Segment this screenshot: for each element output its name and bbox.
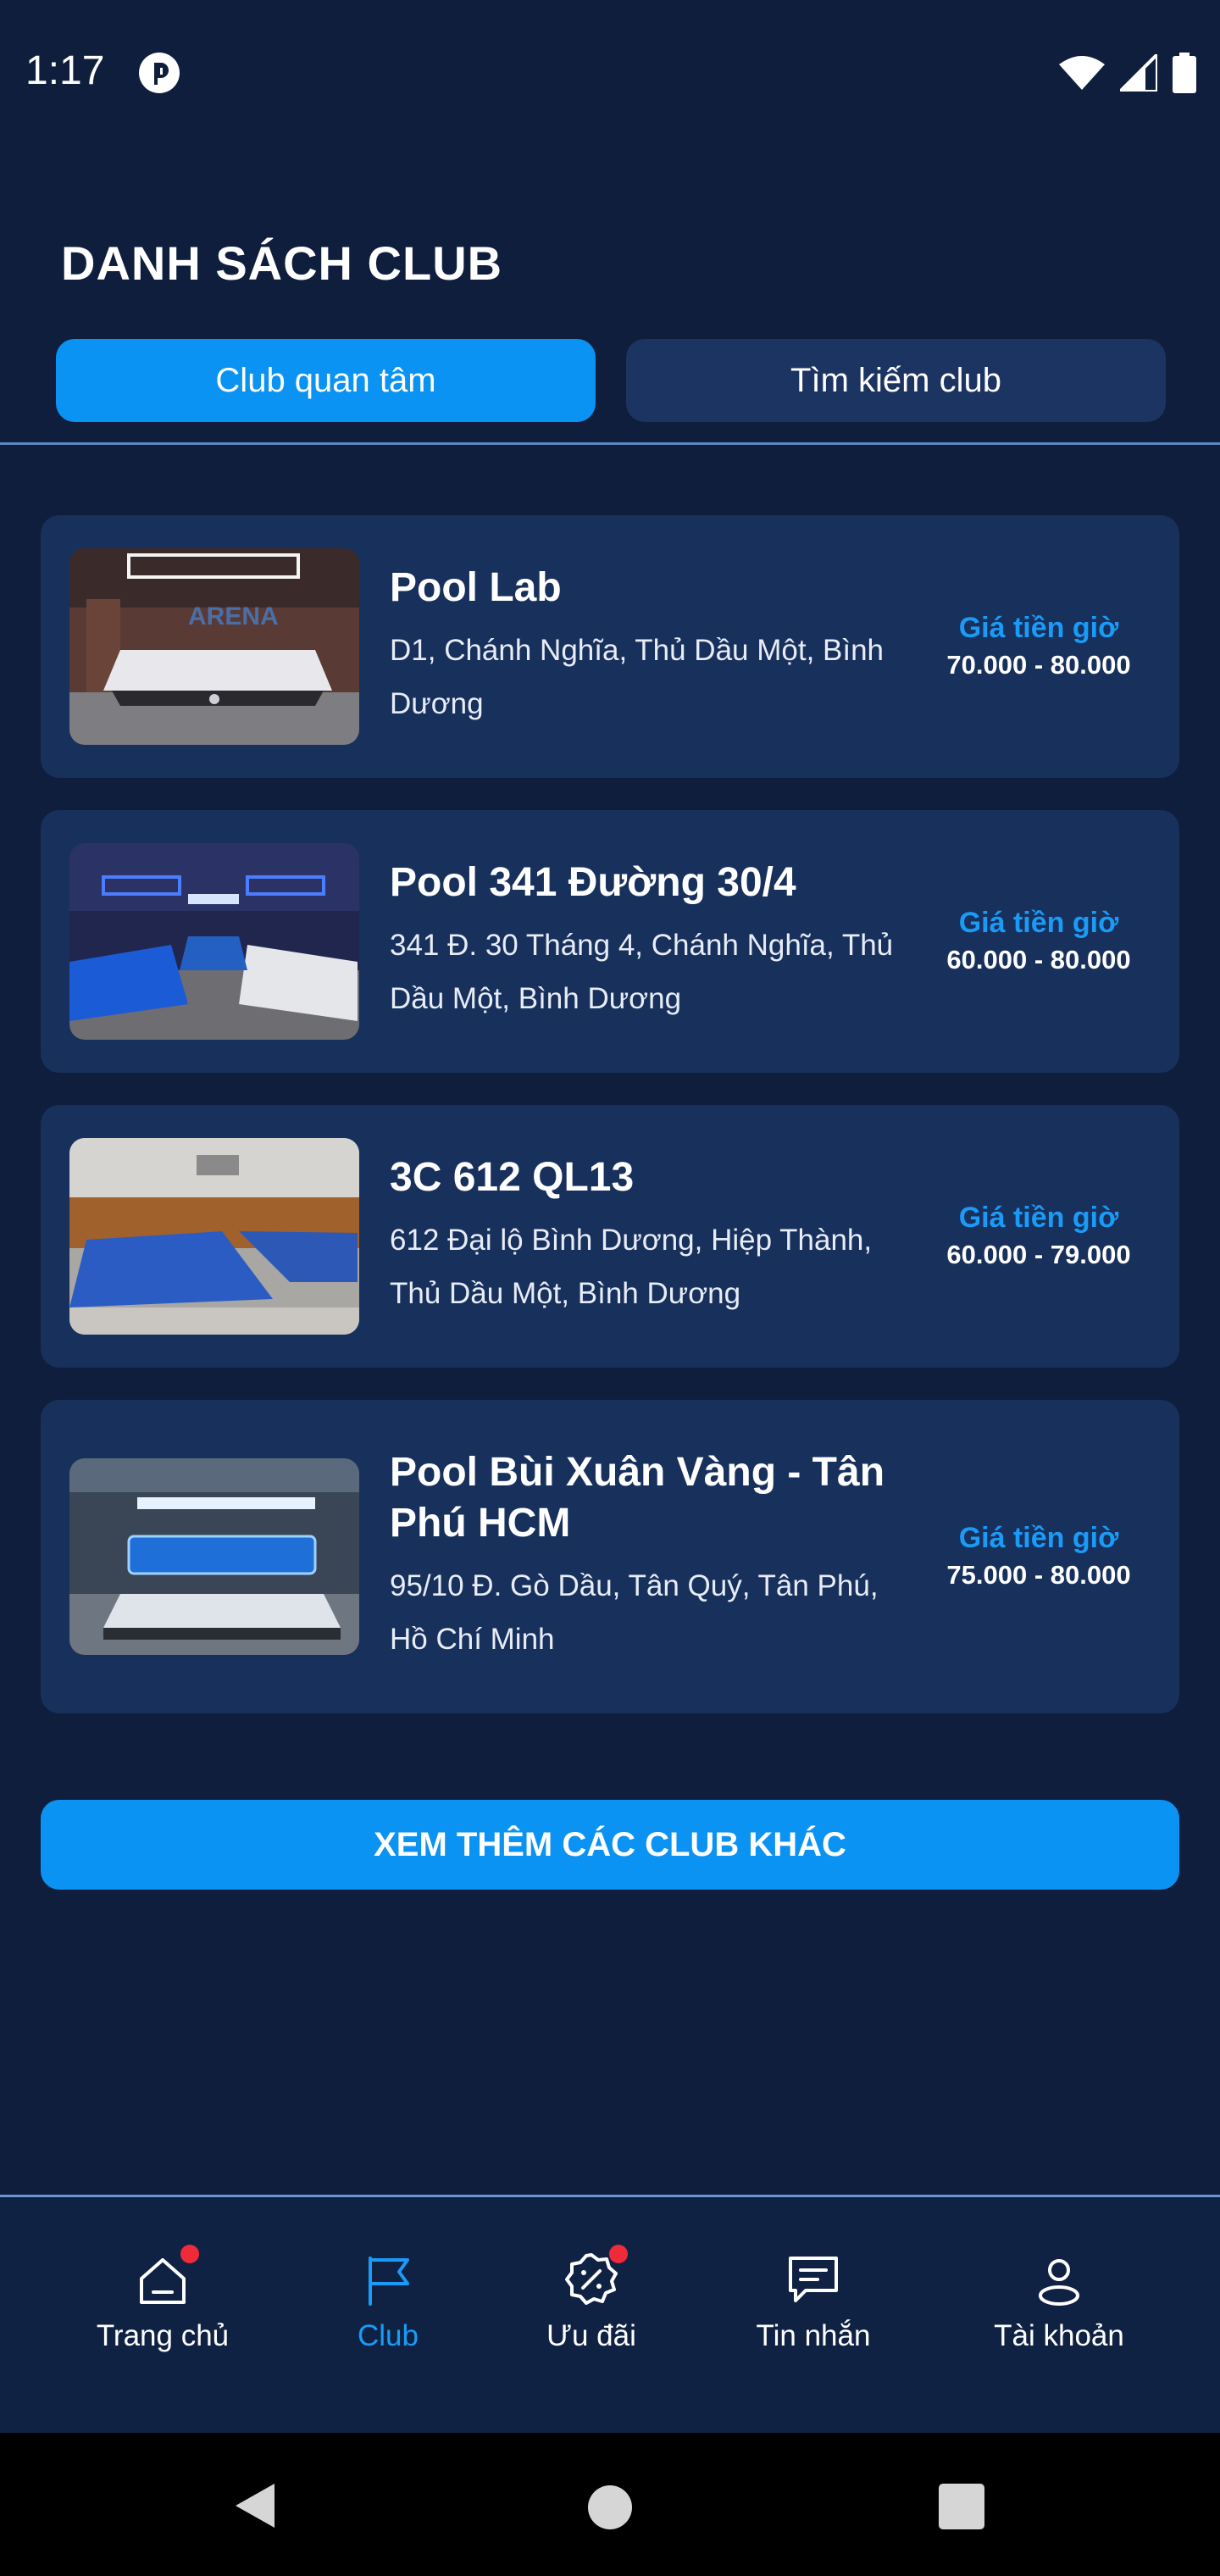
notification-badge: [609, 2245, 628, 2263]
nav-item-home[interactable]: Trang chủ: [95, 2245, 230, 2353]
home-circle-icon[interactable]: [586, 2484, 634, 2531]
app-notification-icon: [139, 53, 180, 93]
flag-icon: [358, 2250, 418, 2309]
club-card[interactable]: Pool 341 Đường 30/4 341 Đ. 30 Tháng 4, C…: [41, 810, 1179, 1073]
wifi-icon: [1059, 56, 1105, 90]
club-price: Giá tiền giờ 60.000 - 79.000: [937, 1199, 1140, 1274]
battery-icon: [1173, 53, 1196, 93]
club-tabs: Club quan tâm Tìm kiếm club: [56, 339, 1166, 422]
page-title: DANH SÁCH CLUB: [61, 236, 503, 290]
tab-tim-kiem-club[interactable]: Tìm kiếm club: [626, 339, 1166, 422]
club-list: ARENA Pool Lab D1, Chánh Nghĩa, Thủ Dầu …: [41, 515, 1179, 1746]
club-price: Giá tiền giờ 60.000 - 80.000: [937, 904, 1140, 979]
club-address: 612 Đại lộ Bình Dương, Hiệp Thành, Thủ D…: [390, 1224, 873, 1310]
club-address: 95/10 Đ. Gò Dầu, Tân Quý, Tân Phú, Hồ Ch…: [390, 1569, 879, 1656]
tabs-divider: [0, 442, 1220, 445]
see-more-clubs-button[interactable]: XEM THÊM CÁC CLUB KHÁC: [41, 1800, 1179, 1890]
club-price: Giá tiền giờ 70.000 - 80.000: [937, 609, 1140, 684]
club-name: Pool Lab: [390, 565, 562, 610]
price-value: 60.000 - 80.000: [946, 945, 1131, 974]
nav-item-offers[interactable]: Ưu đãi: [532, 2245, 651, 2353]
nav-label: Trang chủ: [96, 2319, 230, 2352]
price-label: Giá tiền giờ: [958, 1522, 1119, 1554]
club-name: 3C 612 QL13: [390, 1155, 635, 1200]
price-value: 60.000 - 79.000: [946, 1240, 1131, 1269]
nav-item-club[interactable]: Club: [329, 2250, 447, 2353]
club-image: ARENA: [69, 548, 359, 745]
club-card[interactable]: 3C 612 QL13 612 Đại lộ Bình Dương, Hiệp …: [41, 1105, 1179, 1368]
nav-label: Tin nhắn: [756, 2319, 871, 2352]
nav-item-messages[interactable]: Tin nhắn: [746, 2250, 881, 2353]
bottom-nav: Trang chủ Club Ưu đãi Tin nhắn Tài khoản: [0, 2197, 1220, 2433]
status-bar: 1:17: [0, 0, 1220, 144]
club-card[interactable]: Pool Bùi Xuân Vàng - Tân Phú HCM 95/10 Đ…: [41, 1400, 1179, 1713]
status-time: 1:17: [25, 48, 105, 93]
price-label: Giá tiền giờ: [958, 612, 1119, 644]
price-value: 75.000 - 80.000: [946, 1560, 1131, 1590]
chat-icon: [784, 2250, 843, 2309]
club-address: 341 Đ. 30 Tháng 4, Chánh Nghĩa, Thủ Dầu …: [390, 929, 894, 1015]
system-nav-bar: [0, 2433, 1220, 2576]
club-image: [69, 843, 359, 1040]
signal-icon: [1120, 54, 1157, 92]
discount-icon: [562, 2245, 628, 2309]
club-name: Pool 341 Đường 30/4: [390, 860, 796, 905]
nav-item-account[interactable]: Tài khoản: [983, 2250, 1135, 2353]
nav-label: Club: [358, 2319, 419, 2352]
price-label: Giá tiền giờ: [958, 907, 1119, 939]
nav-label: Tài khoản: [994, 2319, 1124, 2352]
svg-text:ARENA: ARENA: [188, 602, 279, 630]
club-price: Giá tiền giờ 75.000 - 80.000: [937, 1519, 1140, 1594]
club-name: Pool Bùi Xuân Vàng - Tân Phú HCM: [390, 1450, 885, 1546]
price-label: Giá tiền giờ: [958, 1202, 1119, 1234]
club-card[interactable]: ARENA Pool Lab D1, Chánh Nghĩa, Thủ Dầu …: [41, 515, 1179, 778]
back-icon[interactable]: [230, 2480, 278, 2531]
home-icon: [133, 2245, 199, 2309]
club-image: [69, 1138, 359, 1335]
user-icon: [1029, 2250, 1089, 2309]
club-image: [69, 1458, 359, 1655]
club-address: D1, Chánh Nghĩa, Thủ Dầu Một, Bình Dương: [390, 634, 884, 720]
nav-label: Ưu đãi: [546, 2319, 636, 2352]
price-value: 70.000 - 80.000: [946, 650, 1131, 680]
notification-badge: [180, 2245, 199, 2263]
recents-icon[interactable]: [939, 2484, 984, 2529]
tab-club-quan-tam[interactable]: Club quan tâm: [56, 339, 596, 422]
